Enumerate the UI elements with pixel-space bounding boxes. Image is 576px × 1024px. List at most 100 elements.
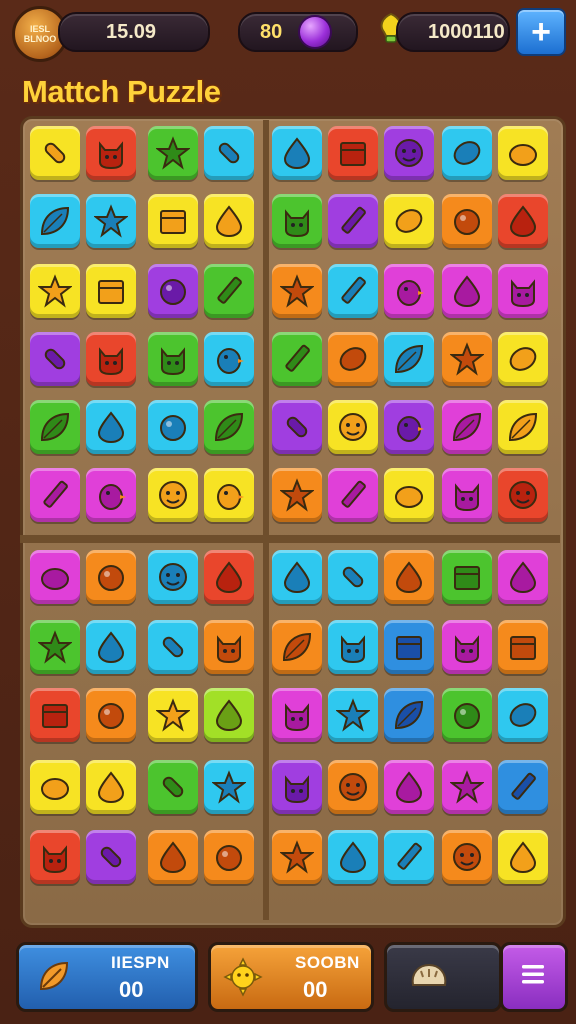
tile-r9-c3[interactable] bbox=[204, 760, 254, 814]
tile-r6-c2[interactable] bbox=[148, 550, 198, 604]
tile-r8-c0[interactable] bbox=[30, 688, 80, 742]
tile-r5-c7[interactable] bbox=[442, 468, 492, 522]
tile-r10-c1[interactable] bbox=[86, 830, 136, 884]
tile-r1-c8[interactable] bbox=[498, 194, 548, 248]
tile-r4-c5[interactable] bbox=[328, 400, 378, 454]
tile-r5-c3[interactable] bbox=[204, 468, 254, 522]
tile-r0-c7[interactable] bbox=[442, 126, 492, 180]
tile-r3-c7[interactable] bbox=[442, 332, 492, 386]
tile-r10-c2[interactable] bbox=[148, 830, 198, 884]
tile-r6-c3[interactable] bbox=[204, 550, 254, 604]
tile-r0-c4[interactable] bbox=[272, 126, 322, 180]
tile-r5-c1[interactable] bbox=[86, 468, 136, 522]
tile-r9-c0[interactable] bbox=[30, 760, 80, 814]
tile-r10-c6[interactable] bbox=[384, 830, 434, 884]
tile-r3-c6[interactable] bbox=[384, 332, 434, 386]
tile-r9-c2[interactable] bbox=[148, 760, 198, 814]
tile-r6-c1[interactable] bbox=[86, 550, 136, 604]
item-slot-button[interactable] bbox=[384, 942, 502, 1012]
tile-r4-c7[interactable] bbox=[442, 400, 492, 454]
tile-r3-c5[interactable] bbox=[328, 332, 378, 386]
tile-r9-c8[interactable] bbox=[498, 760, 548, 814]
tile-r10-c3[interactable] bbox=[204, 830, 254, 884]
tile-r5-c2[interactable] bbox=[148, 468, 198, 522]
tile-r8-c4[interactable] bbox=[272, 688, 322, 742]
tile-r10-c5[interactable] bbox=[328, 830, 378, 884]
tile-r2-c4[interactable] bbox=[272, 264, 322, 318]
tile-r3-c1[interactable] bbox=[86, 332, 136, 386]
boost-button-middle[interactable]: SOOBN 00 bbox=[208, 942, 374, 1012]
tile-r10-c0[interactable] bbox=[30, 830, 80, 884]
tile-r1-c2[interactable] bbox=[148, 194, 198, 248]
tile-r3-c8[interactable] bbox=[498, 332, 548, 386]
tile-r1-c1[interactable] bbox=[86, 194, 136, 248]
tile-r4-c6[interactable] bbox=[384, 400, 434, 454]
tile-r7-c5[interactable] bbox=[328, 620, 378, 674]
tile-r1-c7[interactable] bbox=[442, 194, 492, 248]
tile-r6-c0[interactable] bbox=[30, 550, 80, 604]
tile-r2-c1[interactable] bbox=[86, 264, 136, 318]
tile-r6-c7[interactable] bbox=[442, 550, 492, 604]
tile-r9-c4[interactable] bbox=[272, 760, 322, 814]
tile-r4-c8[interactable] bbox=[498, 400, 548, 454]
tile-r5-c8[interactable] bbox=[498, 468, 548, 522]
add-currency-button[interactable]: + bbox=[516, 8, 566, 56]
tile-r8-c3[interactable] bbox=[204, 688, 254, 742]
tile-r10-c7[interactable] bbox=[442, 830, 492, 884]
tile-r1-c3[interactable] bbox=[204, 194, 254, 248]
tile-r4-c0[interactable] bbox=[30, 400, 80, 454]
tile-r2-c7[interactable] bbox=[442, 264, 492, 318]
tile-r2-c2[interactable] bbox=[148, 264, 198, 318]
tile-r3-c2[interactable] bbox=[148, 332, 198, 386]
tile-r6-c8[interactable] bbox=[498, 550, 548, 604]
tile-r6-c5[interactable] bbox=[328, 550, 378, 604]
tile-r9-c5[interactable] bbox=[328, 760, 378, 814]
tile-r3-c0[interactable] bbox=[30, 332, 80, 386]
tile-r3-c4[interactable] bbox=[272, 332, 322, 386]
tile-r7-c1[interactable] bbox=[86, 620, 136, 674]
tile-r8-c2[interactable] bbox=[148, 688, 198, 742]
tile-r8-c6[interactable] bbox=[384, 688, 434, 742]
tile-r0-c1[interactable] bbox=[86, 126, 136, 180]
tile-r2-c0[interactable] bbox=[30, 264, 80, 318]
tile-r7-c6[interactable] bbox=[384, 620, 434, 674]
tile-r9-c1[interactable] bbox=[86, 760, 136, 814]
menu-button[interactable] bbox=[500, 942, 568, 1012]
tile-r6-c6[interactable] bbox=[384, 550, 434, 604]
tile-r5-c5[interactable] bbox=[328, 468, 378, 522]
tile-r5-c6[interactable] bbox=[384, 468, 434, 522]
tile-r6-c4[interactable] bbox=[272, 550, 322, 604]
tile-r3-c3[interactable] bbox=[204, 332, 254, 386]
tile-r0-c3[interactable] bbox=[204, 126, 254, 180]
tile-r0-c5[interactable] bbox=[328, 126, 378, 180]
tile-r7-c0[interactable] bbox=[30, 620, 80, 674]
boost-button-left[interactable]: IIESPN 00 bbox=[16, 942, 198, 1012]
tile-r0-c6[interactable] bbox=[384, 126, 434, 180]
tile-r7-c8[interactable] bbox=[498, 620, 548, 674]
tile-r4-c1[interactable] bbox=[86, 400, 136, 454]
tile-r8-c1[interactable] bbox=[86, 688, 136, 742]
tile-r2-c3[interactable] bbox=[204, 264, 254, 318]
tile-r8-c5[interactable] bbox=[328, 688, 378, 742]
tile-r9-c7[interactable] bbox=[442, 760, 492, 814]
tile-r1-c5[interactable] bbox=[328, 194, 378, 248]
tile-r4-c4[interactable] bbox=[272, 400, 322, 454]
tile-r0-c0[interactable] bbox=[30, 126, 80, 180]
tile-r1-c0[interactable] bbox=[30, 194, 80, 248]
tile-r1-c6[interactable] bbox=[384, 194, 434, 248]
tile-r7-c2[interactable] bbox=[148, 620, 198, 674]
tile-r9-c6[interactable] bbox=[384, 760, 434, 814]
tile-r4-c2[interactable] bbox=[148, 400, 198, 454]
tile-r7-c7[interactable] bbox=[442, 620, 492, 674]
tile-r0-c2[interactable] bbox=[148, 126, 198, 180]
tile-r8-c7[interactable] bbox=[442, 688, 492, 742]
tile-r5-c4[interactable] bbox=[272, 468, 322, 522]
tile-r10-c8[interactable] bbox=[498, 830, 548, 884]
tile-r1-c4[interactable] bbox=[272, 194, 322, 248]
tile-r8-c8[interactable] bbox=[498, 688, 548, 742]
tile-r4-c3[interactable] bbox=[204, 400, 254, 454]
tile-r7-c4[interactable] bbox=[272, 620, 322, 674]
tile-r2-c6[interactable] bbox=[384, 264, 434, 318]
tile-r7-c3[interactable] bbox=[204, 620, 254, 674]
tile-r10-c4[interactable] bbox=[272, 830, 322, 884]
